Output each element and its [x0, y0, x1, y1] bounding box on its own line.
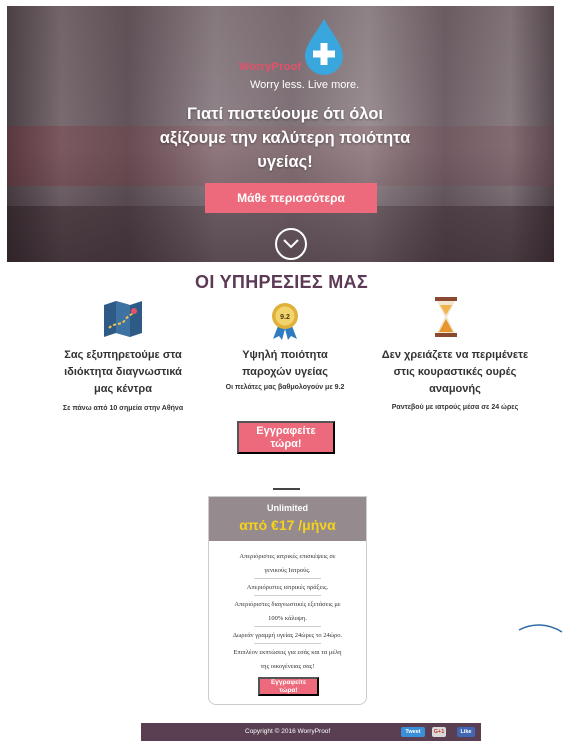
- feature-divider: [254, 643, 321, 644]
- plan-sign-up-label: Εγγραφείτε τώρα!: [271, 679, 306, 695]
- badge-value: 9.2: [280, 314, 290, 321]
- plan-feature: της οικογένειας σας!: [260, 663, 315, 670]
- scroll-down-button[interactable]: [275, 228, 307, 260]
- map-icon: [104, 301, 142, 337]
- service-subtitle: Ραντεβού με ιατρούς μέσα σε 24 ώρες: [391, 404, 519, 411]
- hero-title-line: υγείας!: [257, 153, 313, 171]
- pricing-card: Unlimited από €17 /μήνα Απεριόριστες ιατ…: [208, 496, 367, 705]
- pricing-card-header: Unlimited από €17 /μήνα: [209, 497, 366, 541]
- feature-divider: [254, 578, 321, 579]
- service-subtitle: Οι πελάτες μας βαθμολογούν με 9.2: [225, 384, 345, 391]
- plan-feature: γενικούς Ιατρούς.: [264, 567, 311, 574]
- award-badge-icon: 9.2: [272, 303, 298, 340]
- plan-feature: Απεριόριστες ιατρικές επισκέψεις σε: [239, 553, 336, 560]
- google-plus-button[interactable]: G+1: [432, 727, 446, 737]
- chevron-down-icon: [283, 239, 299, 249]
- feature-divider: [254, 595, 321, 596]
- tweet-label: Tweet: [405, 729, 421, 735]
- facebook-like-label: Like: [460, 729, 472, 735]
- section-divider: [273, 488, 300, 490]
- hero-title-line: αξίζουμε την καλύτερη ποιότητα: [159, 129, 411, 147]
- decorative-curve: [518, 624, 563, 633]
- plan-feature: Επιπλέον εκπτώσεις για εσάς και τα μέλη: [233, 649, 342, 656]
- google-plus-label: G+1: [433, 729, 445, 735]
- service-title-line: μας κέντρα: [94, 383, 152, 395]
- copyright-text: Copyright © 2016 WorryProof: [245, 728, 331, 735]
- service-title-line: στις κουραστικές ουρές: [393, 366, 517, 378]
- sign-up-label: Εγγραφείτε τώρα!: [256, 425, 315, 451]
- logo-tagline: Worry less. Live more.: [250, 79, 360, 91]
- hourglass-icon: [435, 297, 457, 337]
- plan-name: Unlimited: [266, 503, 308, 513]
- sign-up-label-line: Εγγραφείτε: [256, 424, 316, 437]
- tweet-button[interactable]: Tweet: [401, 727, 425, 737]
- plan-price: από €17 /μήνα: [239, 517, 336, 533]
- hero-title: Γιατί πιστεύουμε ότι όλοι αξίζουμε την κ…: [127, 102, 443, 174]
- hero-section: WorryProof Worry less. Live more. Γιατί …: [7, 6, 554, 262]
- plan-feature: 100% κάλυψη.: [268, 615, 307, 622]
- services-title: ΟΙ ΥΠΗΡΕΣΙΕΣ ΜΑΣ: [195, 272, 368, 292]
- plan-feature: Απεριόριστες ιατρικές πράξεις.: [246, 584, 329, 591]
- service-title: Σας εξυπηρετούμε στα ιδιόκτητα διαγνωστι…: [48, 347, 198, 398]
- logo-drop-icon: [305, 19, 343, 75]
- hero-title-line: Γιατί πιστεύουμε ότι όλοι: [186, 105, 383, 123]
- learn-more-button[interactable]: Μάθε περισσότερα: [205, 183, 377, 213]
- logo-name: WorryProof: [239, 61, 302, 73]
- sign-up-label-line: τώρα!: [270, 437, 302, 450]
- plan-sign-up-button[interactable]: Εγγραφείτε τώρα!: [258, 677, 319, 696]
- plan-sign-up-label-line: τώρα!: [279, 686, 298, 694]
- plan-feature: Απεριόριστες διαγνωστικές εξετάσεις με: [234, 601, 341, 608]
- service-subtitle: Σε πάνω από 10 σημεία στην Αθήνα: [62, 405, 184, 412]
- service-title-line: αναμονής: [429, 383, 481, 395]
- plan-feature: Δωρεάν γραμμή υγείας 24ώρες το 24ώρο.: [232, 632, 343, 639]
- service-title-line: Δεν χρειάζετε να περιμένετε: [381, 349, 529, 361]
- service-title-line: ιδιόκτητα διαγνωστικά: [64, 366, 182, 378]
- sign-up-button[interactable]: Εγγραφείτε τώρα!: [237, 421, 335, 454]
- plan-sign-up-label-line: Εγγραφείτε: [270, 678, 307, 686]
- service-title-line: παροχών υγείας: [242, 366, 328, 378]
- service-title: Υψηλή ποιότητα παροχών υγείας: [212, 347, 358, 381]
- service-title-line: Υψηλή ποιότητα: [242, 349, 328, 361]
- footer: Copyright © 2016 WorryProof Tweet G+1 Li…: [141, 723, 481, 741]
- facebook-like-button[interactable]: Like: [457, 727, 475, 737]
- feature-divider: [254, 626, 321, 627]
- service-title: Δεν χρειάζετε να περιμένετε στις κουραστ…: [371, 347, 539, 398]
- service-title-line: Σας εξυπηρετούμε στα: [64, 349, 182, 361]
